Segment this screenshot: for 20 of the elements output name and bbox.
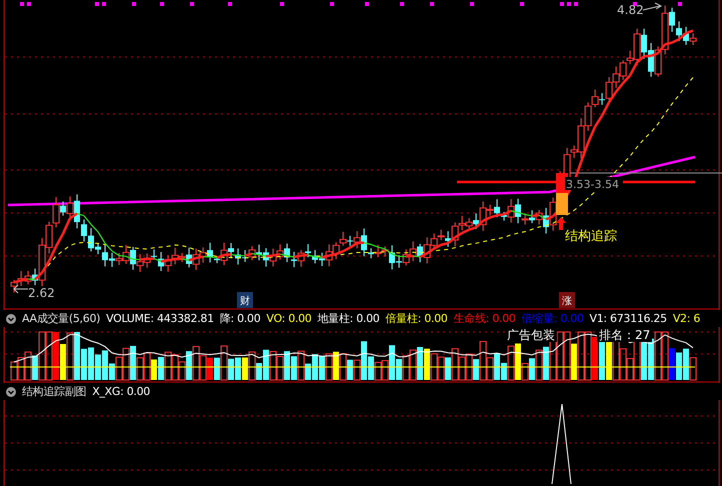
indicator-readout: 降: 0.00 [220, 311, 260, 326]
low-price-label: 2.62 [28, 286, 55, 300]
annotation-label: 广告包装 [505, 328, 557, 342]
price-range-label: 3.53-3.54 [566, 178, 619, 191]
date-marker: 财 [237, 292, 253, 308]
signal-label: 结构追踪 [565, 229, 617, 244]
indicator-name: AA成交量(5,60) [22, 311, 100, 326]
indicator-readout: 倍量柱: 0.00 [386, 311, 448, 326]
indicator-readout: X_XG: 0.00 [92, 385, 150, 398]
indicator-readout: V2: 6 [672, 312, 700, 325]
high-price-label: 4.82 [617, 3, 644, 17]
indicator-name: 结构追踪副图 [22, 384, 86, 399]
annotation-label: 排名：27 [597, 328, 652, 342]
indicator-readout: 生命线: 0.00 [454, 311, 516, 326]
indicator-readout: 地量柱: 0.00 [318, 311, 380, 326]
indicator-readout: VOLUME: 443382.81 [106, 312, 214, 325]
indicator-readout: V1: 673116.25 [590, 312, 667, 325]
date-marker: 涨 [559, 292, 575, 308]
indicator-readout: VO: 0.00 [266, 312, 312, 325]
indicator-readout: 倍缩量: 0.00 [522, 311, 584, 326]
